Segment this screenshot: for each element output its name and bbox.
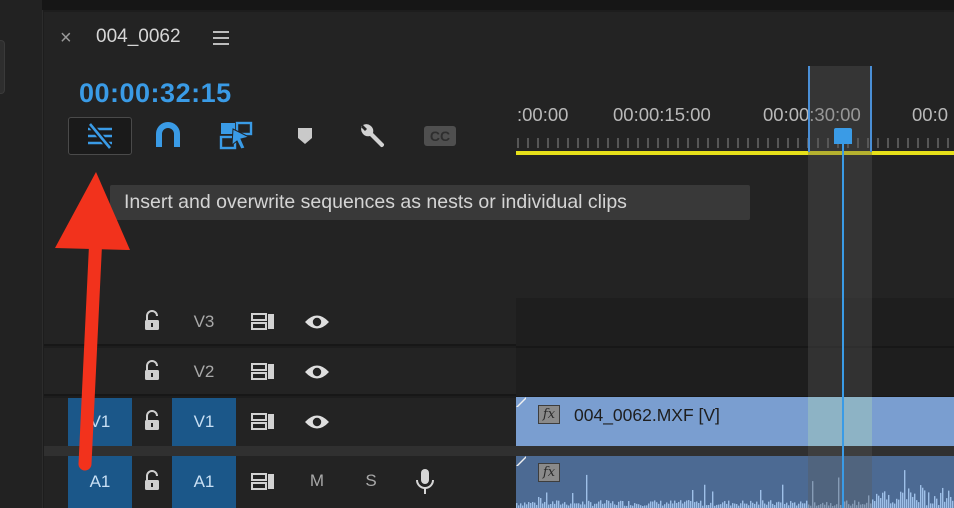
sync-lock-icon[interactable] bbox=[247, 409, 279, 435]
left-panel-strip bbox=[0, 0, 43, 508]
close-tab-icon[interactable]: × bbox=[60, 27, 72, 50]
timeline-settings-button[interactable] bbox=[341, 117, 403, 155]
cc-icon: CC bbox=[424, 126, 456, 146]
hamburger-menu-icon[interactable] bbox=[213, 31, 229, 49]
ruler-label-45s: 00:0 bbox=[912, 104, 949, 125]
track-label-v3[interactable]: V3 bbox=[172, 298, 236, 346]
annotation-arrow bbox=[55, 172, 130, 471]
playhead-timecode[interactable]: 00:00:32:15 bbox=[79, 78, 232, 109]
cc-label: CC bbox=[430, 128, 450, 144]
eye-icon[interactable] bbox=[300, 409, 334, 435]
solo-button[interactable]: S bbox=[356, 468, 386, 494]
sequence-tab-title[interactable]: 004_0062 bbox=[96, 26, 181, 48]
ruler-label-0: :00:00 bbox=[517, 104, 569, 125]
track-label-a1[interactable]: A1 bbox=[172, 456, 236, 508]
wrench-icon bbox=[361, 124, 385, 148]
out-point-marker[interactable] bbox=[870, 66, 872, 152]
audio-waveform bbox=[516, 470, 954, 508]
playhead-handle[interactable] bbox=[834, 128, 852, 144]
marker-icon bbox=[298, 128, 312, 144]
eye-icon[interactable] bbox=[300, 309, 334, 335]
magnet-icon bbox=[156, 122, 180, 147]
panel-top-border bbox=[42, 0, 954, 10]
clip-start-corner bbox=[516, 456, 526, 466]
captions-button[interactable]: CC bbox=[409, 117, 471, 155]
nest-sequence-icon bbox=[87, 122, 113, 150]
fx-badge-audio: fx bbox=[538, 463, 560, 482]
in-point-marker[interactable] bbox=[808, 66, 810, 152]
clip-start-corner bbox=[516, 397, 526, 407]
track-label-v2[interactable]: V2 bbox=[172, 348, 236, 396]
ruler-label-15s: 00:00:15:00 bbox=[613, 104, 711, 125]
eye-icon[interactable] bbox=[300, 359, 334, 385]
playhead-line[interactable] bbox=[842, 138, 844, 508]
video-clip-name: 004_0062.MXF [V] bbox=[574, 405, 720, 425]
sync-lock-icon[interactable] bbox=[247, 359, 279, 385]
microphone-icon[interactable] bbox=[410, 466, 440, 498]
tooltip: Insert and overwrite sequences as nests … bbox=[110, 185, 750, 220]
snap-button[interactable] bbox=[137, 117, 199, 155]
panel-resize-handle[interactable] bbox=[0, 40, 5, 94]
mute-button[interactable]: M bbox=[302, 468, 332, 494]
fx-badge-video: fx bbox=[538, 405, 560, 424]
sync-lock-icon[interactable] bbox=[247, 309, 279, 335]
track-label-v1[interactable]: V1 bbox=[172, 398, 236, 446]
audio-clip[interactable] bbox=[516, 456, 954, 508]
linked-selection-icon bbox=[219, 121, 253, 150]
time-ruler-area[interactable] bbox=[516, 12, 954, 298]
sync-lock-icon[interactable] bbox=[247, 469, 279, 495]
linked-selection-button[interactable] bbox=[205, 117, 267, 155]
work-area-bar[interactable] bbox=[516, 151, 954, 155]
lane-divider bbox=[516, 346, 954, 348]
insert-overwrite-nest-toggle-button[interactable] bbox=[68, 117, 132, 155]
add-marker-button[interactable] bbox=[274, 117, 336, 155]
ruler-ticks bbox=[517, 138, 949, 148]
tooltip-text: Insert and overwrite sequences as nests … bbox=[124, 191, 627, 213]
